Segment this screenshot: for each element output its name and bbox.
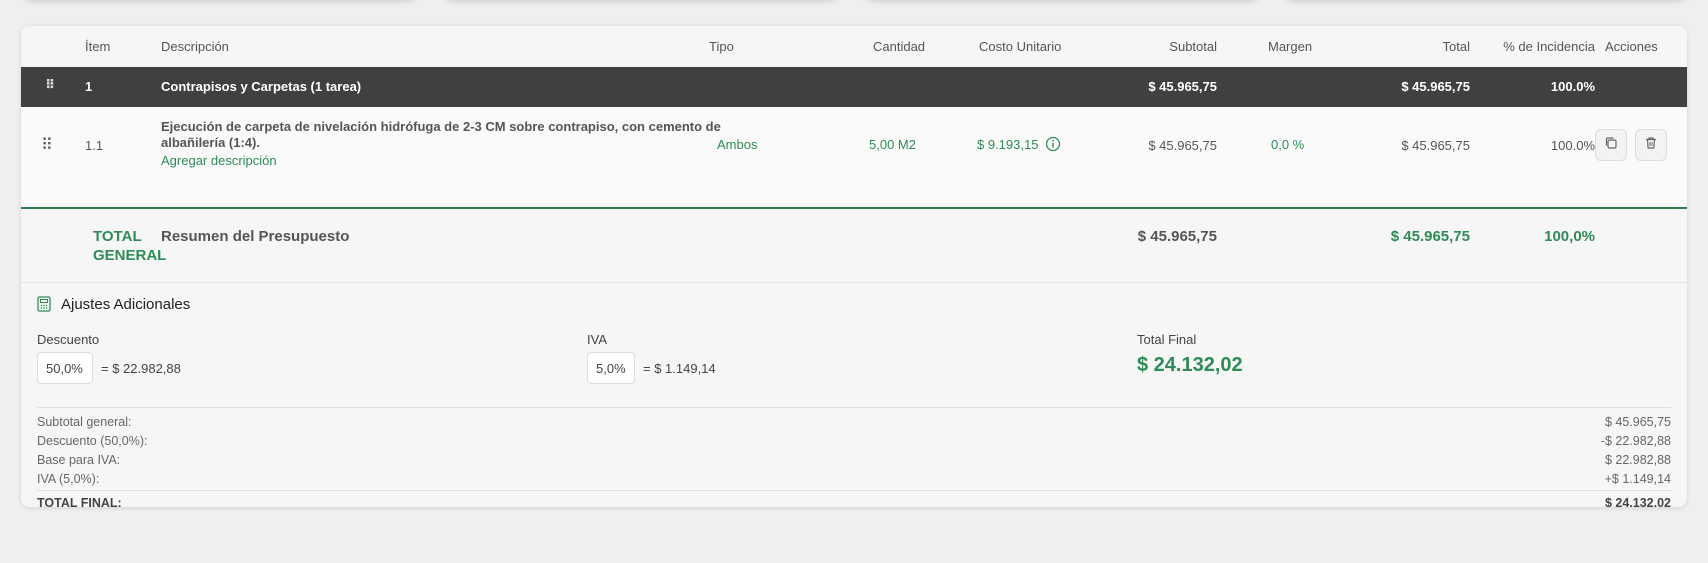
- col-type: Tipo: [709, 39, 734, 54]
- item-description-line2: albañilería (1:4).: [161, 135, 260, 150]
- summary-discount-value: -$ 22.982,88: [1600, 434, 1671, 448]
- final-total-value: $ 24.132,02: [1137, 354, 1243, 376]
- summary-base-value: $ 22.982,88: [1604, 453, 1671, 467]
- grand-total-name: Resumen del Presupuesto: [161, 228, 350, 245]
- item-type[interactable]: Ambos: [717, 137, 757, 152]
- col-total: Total: [1442, 39, 1470, 54]
- iva-result: = $ 1.149,14: [643, 361, 716, 376]
- grand-total-label-line1: TOTAL: [93, 228, 142, 245]
- grand-total-total: $ 45.965,75: [1390, 228, 1470, 245]
- calculator-icon: [37, 296, 51, 317]
- item-incidence: 100.0%: [1550, 138, 1595, 153]
- col-item: Ítem: [85, 39, 111, 54]
- duplicate-button[interactable]: [1595, 129, 1627, 161]
- summary-final-value: $ 24.132,02: [1604, 496, 1671, 507]
- divider: [37, 407, 1671, 408]
- item-subtotal: $ 45.965,75: [1148, 138, 1217, 153]
- trash-icon: [1644, 136, 1658, 155]
- adjustments-title: Ajustes Adicionales: [61, 296, 191, 313]
- drag-handle-icon[interactable]: ⠿: [45, 77, 55, 93]
- drag-handle-icon[interactable]: ⠿: [41, 135, 53, 155]
- category-name: Contrapisos y Carpetas (1 tarea): [161, 79, 362, 94]
- item-description-line1: Ejecución de carpeta de nivelación hidró…: [161, 119, 721, 134]
- col-actions: Acciones: [1605, 39, 1658, 54]
- budget-panel: Ítem Descripción Tipo Cantidad Costo Uni…: [21, 26, 1687, 507]
- category-incidence: 100.0%: [1550, 79, 1595, 94]
- col-description: Descripción: [161, 39, 229, 54]
- col-subtotal: Subtotal: [1169, 39, 1217, 54]
- table-row[interactable]: ⠿ 1.1 Ejecución de carpeta de nivelación…: [21, 107, 1687, 209]
- item-number: 1.1: [85, 138, 104, 153]
- summary-subtotal-value: $ 45.965,75: [1604, 415, 1671, 429]
- summary-base-label: Base para IVA:: [37, 453, 121, 467]
- item-margin[interactable]: 0,0 %: [1271, 137, 1304, 152]
- col-incidence: % de Incidencia: [1503, 39, 1595, 54]
- delete-button[interactable]: [1635, 129, 1667, 161]
- iva-input[interactable]: 5,0%: [587, 352, 635, 384]
- summary-final-label: TOTAL FINAL:: [37, 496, 122, 507]
- discount-label: Descuento: [37, 332, 100, 347]
- discount-input[interactable]: 50,0%: [37, 352, 93, 384]
- item-quantity[interactable]: 5,00 M2: [869, 137, 916, 152]
- final-total-label: Total Final: [1137, 332, 1197, 347]
- info-icon[interactable]: [1045, 136, 1061, 157]
- category-subtotal: $ 45.965,75: [1148, 79, 1217, 94]
- col-margin: Margen: [1268, 39, 1313, 54]
- discount-result: = $ 22.982,88: [101, 361, 181, 376]
- summary-subtotal-label: Subtotal general:: [37, 415, 132, 429]
- category-number: 1: [85, 79, 93, 94]
- item-unit-cost[interactable]: $ 9.193,15: [977, 137, 1038, 152]
- summary-iva-value: +$ 1.149,14: [1604, 472, 1671, 486]
- divider: [37, 490, 1671, 491]
- col-unit-cost: Costo Unitario: [979, 39, 1062, 54]
- adjustments-section: Ajustes Adicionales Descuento 50,0% = $ …: [21, 283, 1687, 507]
- grand-total-row: TOTAL GENERAL Resumen del Presupuesto $ …: [21, 209, 1687, 283]
- add-description-link[interactable]: Agregar descripción: [161, 153, 277, 168]
- grand-total-subtotal: $ 45.965,75: [1137, 228, 1217, 245]
- col-quantity: Cantidad: [873, 39, 926, 54]
- grand-total-label-line2: GENERAL: [93, 247, 167, 264]
- summary-iva-label: IVA (5,0%):: [37, 472, 100, 486]
- category-row[interactable]: ⠿ 1 Contrapisos y Carpetas (1 tarea) $ 4…: [21, 67, 1687, 107]
- grand-total-incidence: 100,0%: [1544, 228, 1595, 245]
- summary-discount-label: Descuento (50,0%):: [37, 434, 148, 448]
- copy-icon: [1604, 136, 1618, 155]
- item-total: $ 45.965,75: [1401, 138, 1470, 153]
- category-total: $ 45.965,75: [1401, 79, 1470, 94]
- iva-label: IVA: [587, 332, 607, 347]
